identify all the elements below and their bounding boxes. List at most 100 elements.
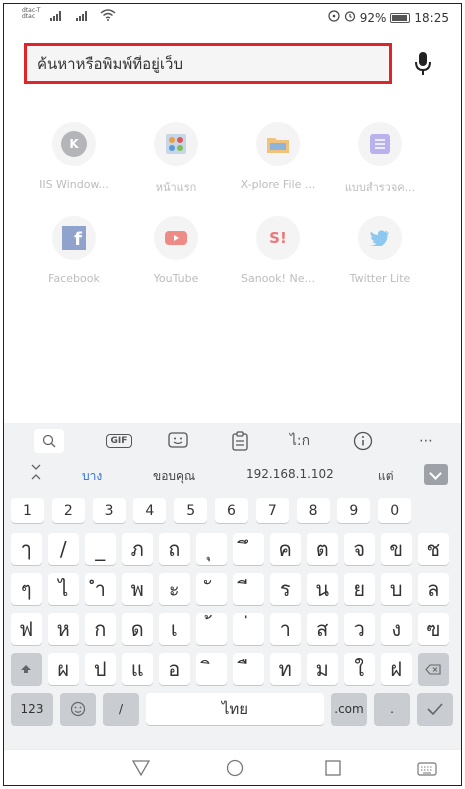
character-key[interactable]: ๆ (11, 573, 42, 605)
character-key[interactable]: ถ (159, 533, 190, 565)
emoji-icon (70, 701, 86, 717)
number-key[interactable]: 1 (11, 498, 44, 523)
character-key[interactable]: ิ (196, 653, 227, 685)
shortcut-youtube[interactable]: YouTube (126, 216, 226, 285)
character-key[interactable]: ำ (85, 573, 116, 605)
character-key[interactable]: ฝ (381, 653, 412, 685)
number-key[interactable]: 4 (133, 498, 167, 523)
character-key[interactable]: อ (159, 653, 190, 685)
clipboard-icon[interactable] (226, 429, 254, 453)
number-key[interactable]: 8 (296, 498, 330, 523)
character-key[interactable]: ่ (233, 613, 264, 645)
character-key[interactable]: ล (418, 573, 449, 605)
number-mode-key[interactable]: 123 (11, 693, 53, 725)
search-icon[interactable] (34, 429, 64, 453)
character-key[interactable]: ้ (196, 613, 227, 645)
character-key[interactable]: ส (307, 613, 338, 645)
suggestion-item[interactable]: แต่ (378, 467, 394, 486)
number-key[interactable]: 2 (51, 498, 85, 523)
sticker-icon[interactable] (164, 429, 192, 453)
number-key[interactable]: 9 (337, 498, 371, 523)
number-key[interactable]: 3 (92, 498, 126, 523)
character-key[interactable]: ี (233, 573, 264, 605)
suggestion-item[interactable]: บาง (82, 467, 102, 486)
backspace-key[interactable] (418, 653, 449, 685)
character-key[interactable]: ม (307, 653, 338, 685)
mic-icon[interactable] (412, 50, 434, 78)
shift-icon (21, 665, 32, 673)
character-key[interactable]: ต (307, 533, 338, 565)
character-key[interactable]: ป (85, 653, 116, 685)
character-key[interactable]: ว (344, 613, 375, 645)
slash-key[interactable]: / (103, 693, 139, 725)
shortcut-twitter[interactable]: Twitter Lite (330, 216, 430, 285)
shortcut-iis[interactable]: K IIS Window... (24, 122, 124, 191)
character-key[interactable]: ๅ (11, 533, 42, 565)
search-bar[interactable] (24, 43, 392, 84)
character-key[interactable]: ช (418, 533, 449, 565)
shortcut-home[interactable]: หน้าแรก (126, 122, 226, 196)
character-key[interactable]: ก (85, 613, 116, 645)
recents-icon[interactable] (325, 760, 341, 780)
number-key[interactable]: 0 (378, 498, 412, 523)
character-key[interactable]: ึ (233, 533, 264, 565)
space-key[interactable]: ไทย (146, 693, 324, 725)
search-input[interactable] (37, 54, 389, 73)
shortcut-icon (154, 216, 198, 260)
character-key[interactable]: น (307, 573, 338, 605)
gif-button[interactable]: GIF (103, 429, 135, 453)
shortcut-facebook[interactable]: f Facebook (24, 216, 124, 285)
collapse-suggestions-icon[interactable] (30, 463, 42, 484)
number-key[interactable]: 7 (255, 498, 289, 523)
character-key[interactable]: ค (270, 533, 301, 565)
shortcut-survey[interactable]: แบบสำรวจค... (330, 122, 430, 196)
back-icon[interactable] (131, 760, 151, 780)
home-icon[interactable] (226, 759, 244, 781)
shift-key[interactable] (11, 653, 42, 685)
character-key[interactable]: ย (344, 573, 375, 605)
joomla-icon (166, 134, 186, 154)
character-key[interactable]: จ (344, 533, 375, 565)
shortcut-xplore[interactable]: X-plore File ... (228, 122, 328, 191)
character-key[interactable]: บ (381, 573, 412, 605)
emoji-key[interactable] (60, 693, 96, 725)
number-key[interactable]: 6 (215, 498, 248, 523)
info-icon[interactable] (349, 429, 377, 453)
suggestion-bar: บาง ขอบคุณ 192.168.1.102 แต่ (4, 461, 461, 489)
character-key[interactable]: ใ (344, 653, 375, 685)
character-key[interactable]: ภ (122, 533, 153, 565)
character-key[interactable]: ห (48, 613, 79, 645)
shortcut-sanook[interactable]: S! Sanook! Ne... (228, 216, 328, 285)
character-key[interactable]: ฟ (11, 613, 42, 645)
character-key[interactable]: ะ (159, 573, 190, 605)
character-key[interactable]: า (270, 613, 301, 645)
enter-key[interactable] (417, 693, 453, 725)
character-key[interactable]: พ (122, 573, 153, 605)
character-key[interactable]: แ (122, 653, 153, 685)
translate-button[interactable]: ไ:ก (282, 429, 318, 453)
suggestion-item[interactable]: 192.168.1.102 (246, 467, 334, 481)
character-key[interactable]: ื (233, 653, 264, 685)
character-key[interactable]: ด (122, 613, 153, 645)
shortcut-icon (154, 122, 198, 166)
character-key[interactable]: ผ (48, 653, 79, 685)
character-key[interactable]: เ (159, 613, 190, 645)
suggestion-item[interactable]: ขอบคุณ (153, 467, 195, 486)
phone-screen: dtac-T dtac 92% 18:25 ค้นหาหรือพิมพ์ที่อ… (3, 3, 462, 786)
character-key[interactable]: ง (381, 613, 412, 645)
more-icon[interactable]: ⋯ (412, 429, 440, 453)
character-key[interactable]: ข (381, 533, 412, 565)
period-key[interactable]: . (374, 693, 410, 725)
character-key[interactable]: / (48, 533, 79, 565)
character-key[interactable]: ฃ (418, 613, 449, 645)
character-key[interactable]: ร (270, 573, 301, 605)
character-key[interactable]: ไ (48, 573, 79, 605)
dotcom-key[interactable]: .com (331, 693, 367, 725)
character-key[interactable]: ท (270, 653, 301, 685)
hide-keyboard-button[interactable] (424, 464, 448, 485)
character-key[interactable]: _ (85, 533, 116, 565)
character-key[interactable]: ุ (196, 533, 227, 565)
number-key[interactable]: 5 (174, 498, 208, 523)
character-key[interactable]: ั (196, 573, 227, 605)
keyboard-switch-icon[interactable] (417, 761, 437, 780)
